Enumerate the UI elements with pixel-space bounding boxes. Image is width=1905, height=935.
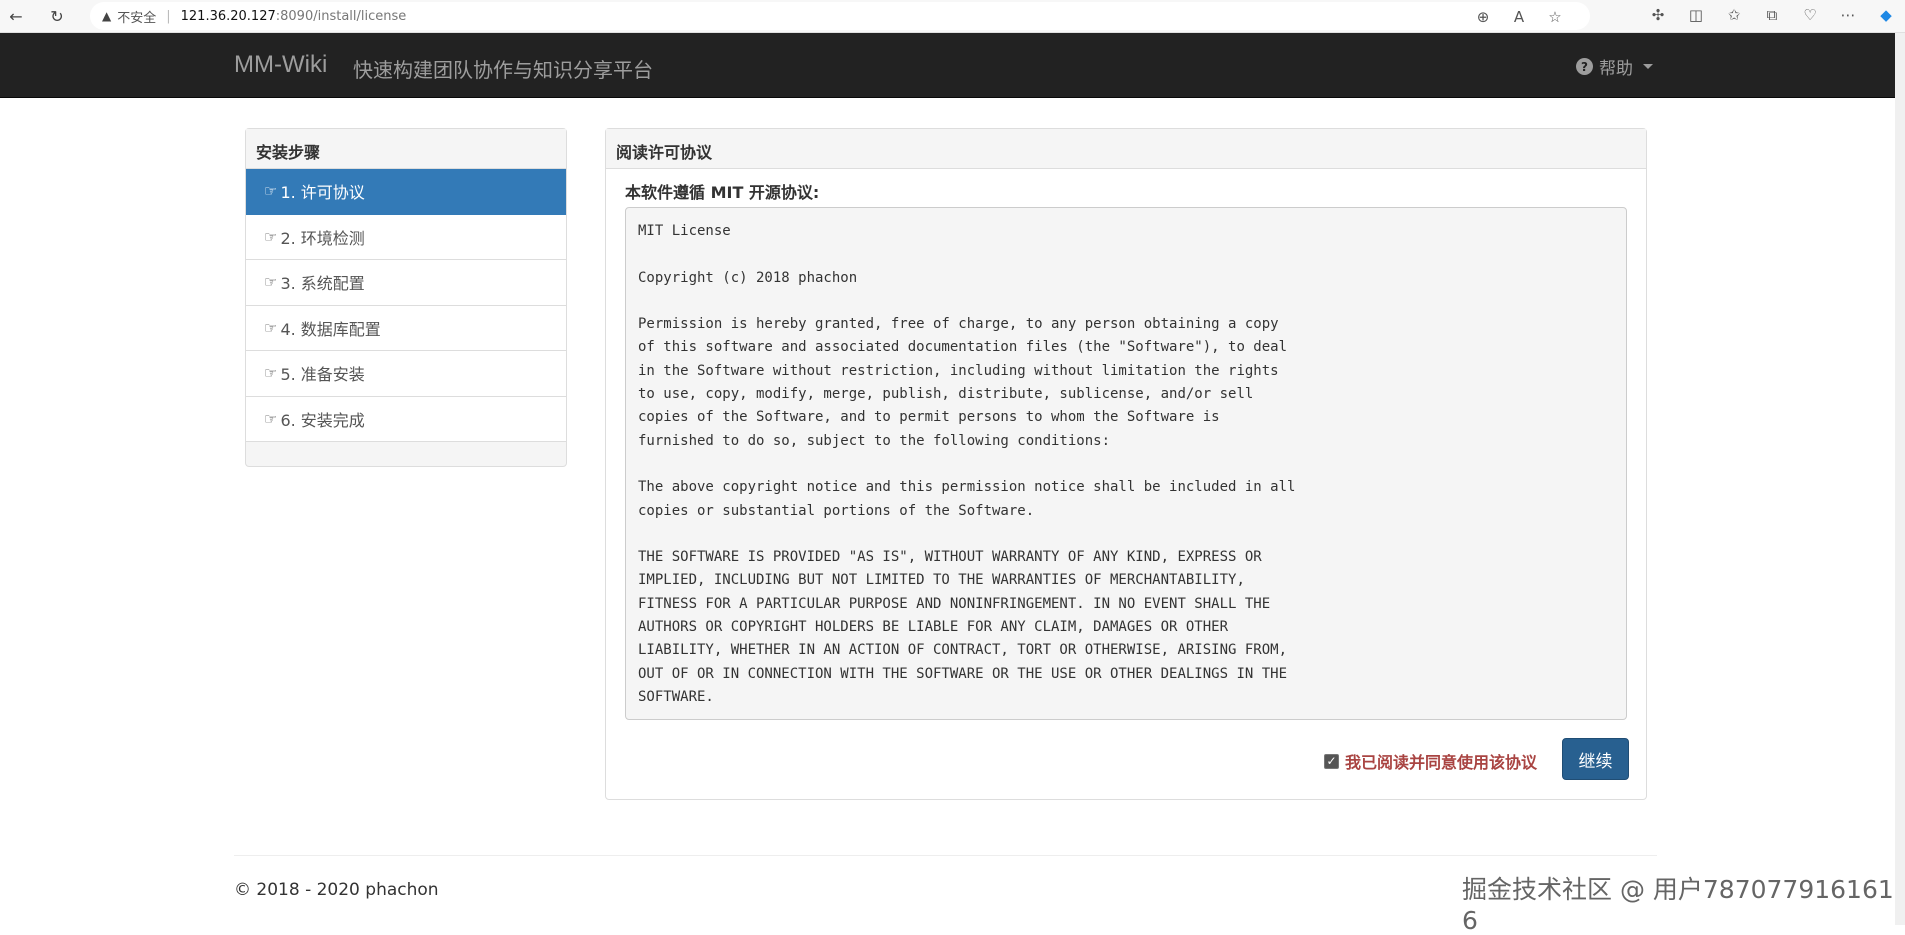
step-system-config[interactable]: ☞ 3. 系统配置 [246, 260, 566, 306]
brand-subtitle: 快速构建团队协作与知识分享平台 [353, 58, 653, 82]
performance-icon[interactable]: ♡ [1799, 4, 1821, 26]
agree-label: 我已阅读并同意使用该协议 [1345, 753, 1538, 772]
footer-divider [234, 855, 1657, 856]
top-navbar: MM-Wiki 快速构建团队协作与知识分享平台 ? 帮助 [0, 33, 1905, 98]
question-circle-icon: ? [1576, 58, 1593, 75]
license-textarea[interactable]: MIT License Copyright (c) 2018 phachon P… [625, 207, 1627, 720]
step-label: 1. 许可协议 [280, 183, 365, 203]
hand-pointer-icon: ☞ [264, 182, 278, 201]
copilot-icon[interactable]: ◆ [1875, 4, 1897, 26]
step-label: 5. 准备安装 [280, 365, 365, 385]
watermark: 掘金技术社区 @ 用户787077916161​6 [1462, 875, 1894, 935]
step-license[interactable]: ☞ 1. 许可协议 [246, 169, 566, 215]
step-prepare-install[interactable]: ☞ 5. 准备安装 [246, 351, 566, 397]
read-aloud-icon[interactable]: A [1508, 6, 1530, 28]
insecure-label: 不安全 [117, 10, 157, 26]
favorites-icon[interactable]: ✩ [1723, 4, 1745, 26]
agree-checkbox-label[interactable]: ✓ 我已阅读并同意使用该协议 [1324, 749, 1537, 773]
favorite-star-icon[interactable]: ☆ [1544, 6, 1566, 28]
step-database-config[interactable]: ☞ 4. 数据库配置 [246, 305, 566, 351]
caret-down-icon [1643, 64, 1653, 69]
agree-checkbox[interactable]: ✓ [1324, 753, 1339, 769]
step-label: 2. 环境检测 [280, 228, 365, 248]
license-panel: 阅读许可协议 本软件遵循 MIT 开源协议: MIT License Copyr… [605, 128, 1647, 800]
back-icon[interactable]: ← [4, 4, 28, 28]
hand-pointer-icon: ☞ [264, 364, 278, 383]
hand-pointer-icon: ☞ [264, 409, 278, 428]
extensions-icon[interactable]: ✣ [1647, 4, 1669, 26]
collections-icon[interactable]: ⧉ [1761, 4, 1783, 26]
step-install-complete[interactable]: ☞ 6. 安装完成 [246, 396, 566, 442]
step-label: 6. 安装完成 [280, 410, 365, 430]
separator: | [166, 8, 171, 24]
step-label: 4. 数据库配置 [280, 319, 381, 339]
brand-logo[interactable]: MM-Wiki [234, 51, 327, 79]
address-bar[interactable]: ▲ 不安全 | 121.36.20.127:8090/install/licen… [90, 2, 1590, 30]
hand-pointer-icon: ☞ [264, 273, 278, 292]
continue-button[interactable]: 继续 [1562, 738, 1629, 780]
license-intro: 本软件遵循 MIT 开源协议: [625, 183, 820, 202]
more-icon[interactable]: ⋯ [1837, 4, 1859, 26]
step-env-check[interactable]: ☞ 2. 环境检测 [246, 214, 566, 260]
split-screen-icon[interactable]: ◫ [1685, 4, 1707, 26]
url-path: :8090/install/license [275, 8, 407, 24]
step-label: 3. 系统配置 [280, 274, 365, 294]
hand-pointer-icon: ☞ [264, 318, 278, 337]
help-dropdown[interactable]: ? 帮助 [1576, 54, 1653, 79]
zoom-icon[interactable]: ⊕ [1472, 6, 1494, 28]
hand-pointer-icon: ☞ [264, 227, 278, 246]
steps-heading: 安装步骤 [246, 129, 566, 169]
browser-toolbar: ← ↻ ▲ 不安全 | 121.36.20.127:8090/install/l… [0, 0, 1905, 33]
url-host: 121.36.20.127 [180, 8, 276, 24]
help-label: 帮助 [1599, 59, 1633, 79]
warning-icon: ▲ [102, 9, 112, 23]
license-heading: 阅读许可协议 [606, 129, 1646, 169]
footer-copyright: © 2018 - 2020 phachon [234, 880, 439, 900]
refresh-icon[interactable]: ↻ [45, 4, 69, 28]
page-scrollbar[interactable] [1895, 33, 1905, 925]
install-steps-panel: 安装步骤 ☞ 1. 许可协议 ☞ 2. 环境检测 ☞ 3. 系统配置 ☞ 4. … [245, 128, 567, 467]
